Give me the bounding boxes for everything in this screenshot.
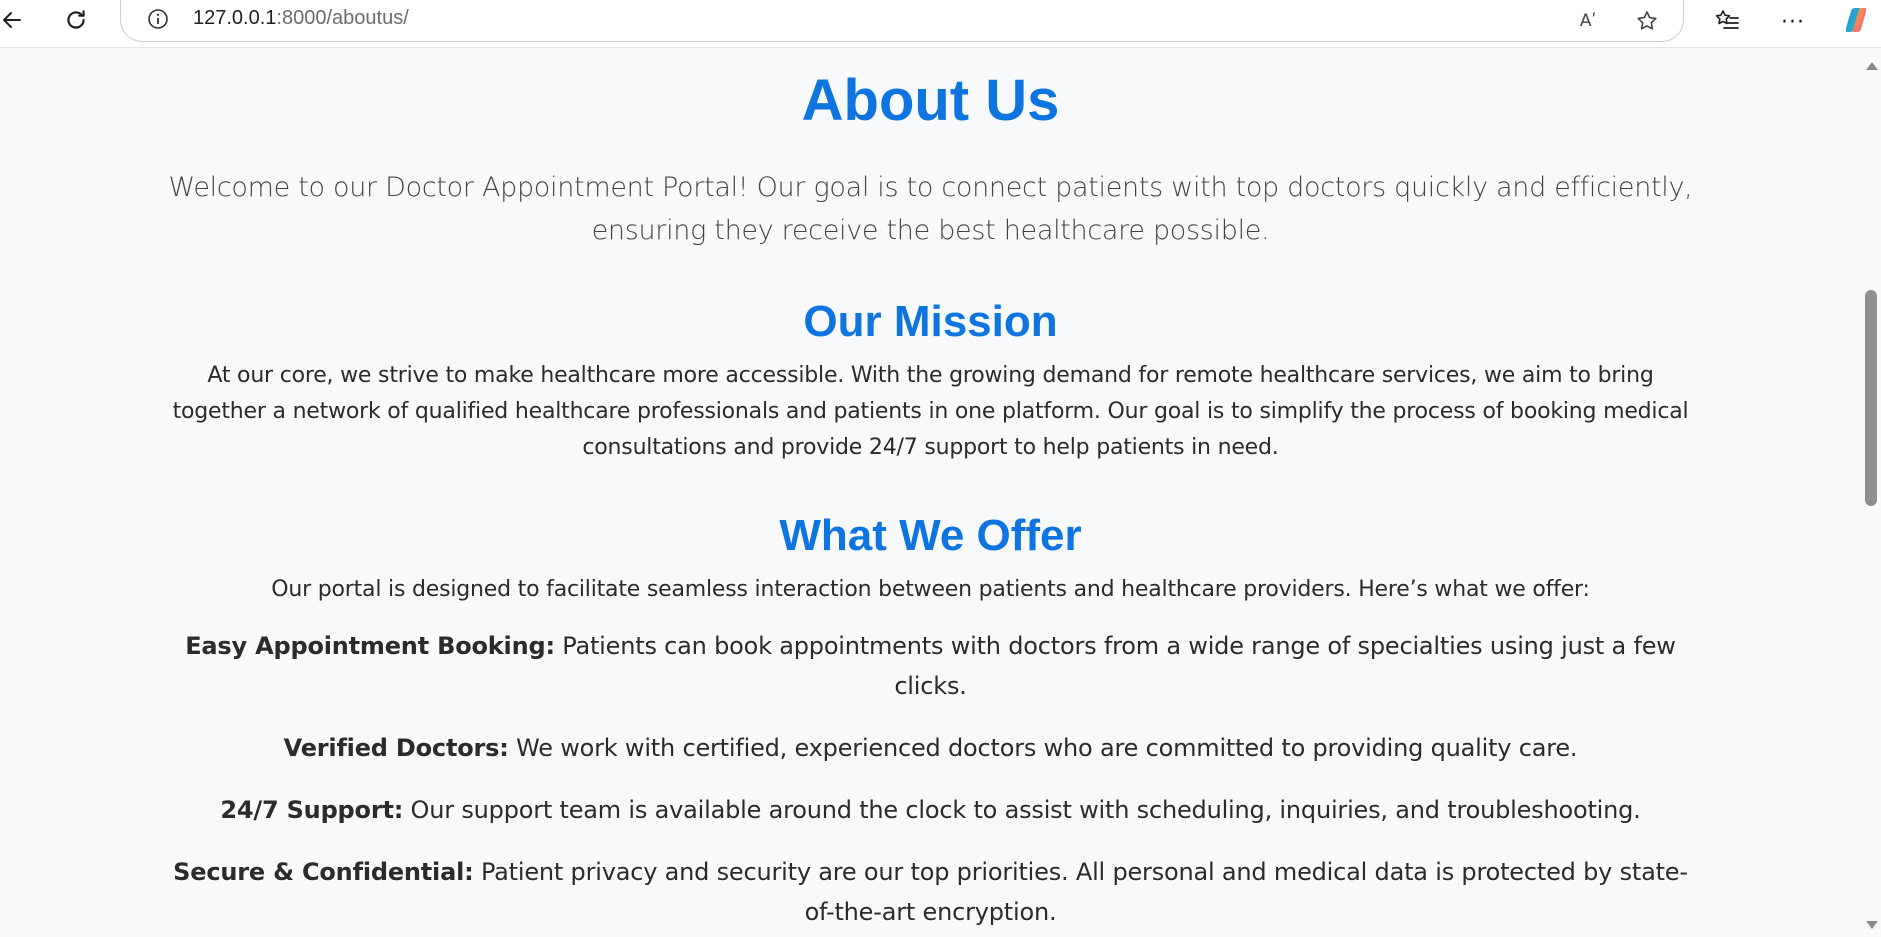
copilot-icon [1840,4,1872,41]
scrollbar-thumb[interactable] [1865,290,1877,506]
mission-heading: Our Mission [803,297,1058,346]
feature-label: Secure & Confidential: [173,858,474,886]
page-content: About Us Welcome to our Doctor Appointme… [0,48,1861,937]
feature-text: Patient privacy and security are our top… [473,858,1688,926]
feature-text: Our support team is available around the… [403,796,1641,824]
feature-item: 24/7 Support: Our support team is availa… [161,790,1701,830]
url-host: 127.0.0.1 [193,7,277,29]
feature-text: Patients can book appointments with doct… [554,632,1676,700]
read-aloud-icon[interactable]: Aʹ [1573,6,1603,36]
feature-item: Easy Appointment Booking: Patients can b… [161,626,1701,706]
url-path: :8000/aboutus/ [276,7,409,29]
feature-label: 24/7 Support: [220,796,404,824]
favorites-icon [1714,7,1740,38]
feature-item: Secure & Confidential: Patient privacy a… [161,852,1701,932]
back-arrow-icon [0,8,24,37]
browser-toolbar: 127.0.0.1:8000/aboutus/ Aʹ ··· [0,0,1881,48]
favorites-button[interactable] [1709,4,1745,40]
offer-intro: Our portal is designed to facilitate sea… [271,577,1590,602]
scroll-down-arrow-icon[interactable] [1866,921,1878,929]
star-icon[interactable] [1632,6,1662,36]
feature-item: Verified Doctors: We work with certified… [161,728,1701,768]
feature-text: We work with certified, experienced doct… [508,734,1578,762]
more-button[interactable]: ··· [1775,4,1811,40]
back-button[interactable] [0,4,30,40]
about-container: About Us Welcome to our Doctor Appointme… [131,66,1731,932]
copilot-button[interactable] [1838,4,1874,40]
offer-heading: What We Offer [779,511,1082,560]
address-bar[interactable]: 127.0.0.1:8000/aboutus/ Aʹ [120,0,1684,42]
reload-button[interactable] [58,4,94,40]
scroll-up-arrow-icon[interactable] [1866,62,1878,70]
feature-label: Easy Appointment Booking: [185,632,555,660]
info-icon[interactable] [147,8,169,30]
lead-paragraph: Welcome to our Doctor Appointment Portal… [168,172,1693,246]
page-title: About Us [801,68,1060,133]
feature-label: Verified Doctors: [283,734,509,762]
mission-paragraph: At our core, we strive to make healthcar… [172,363,1689,460]
more-icon: ··· [1781,9,1805,35]
reload-icon [63,7,89,38]
vertical-scrollbar[interactable] [1861,48,1881,937]
url-text[interactable]: 127.0.0.1:8000/aboutus/ [193,7,409,30]
